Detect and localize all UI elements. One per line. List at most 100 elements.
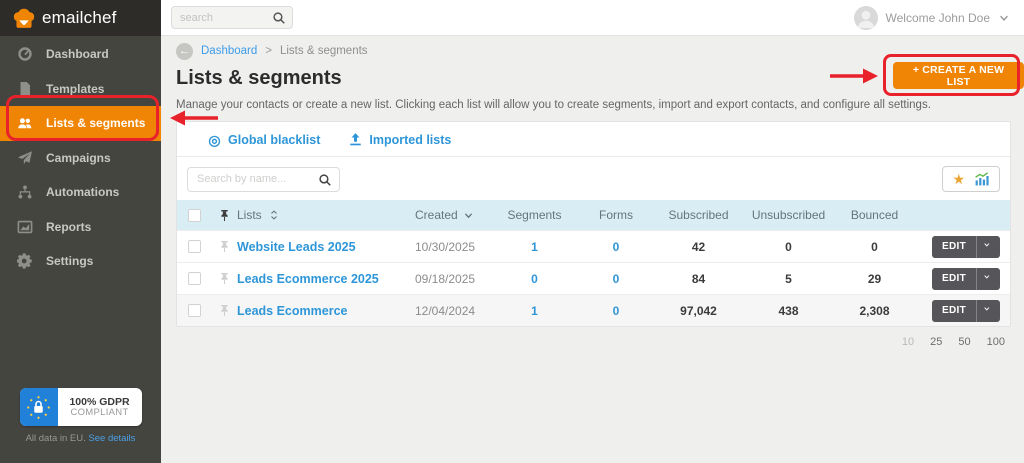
imported-lists-label: Imported lists bbox=[369, 132, 452, 147]
welcome-text: Welcome John Doe bbox=[885, 10, 991, 25]
page-size-option[interactable]: 10 bbox=[902, 336, 914, 348]
chevron-down-icon bbox=[463, 210, 474, 221]
created-date: 09/18/2025 bbox=[415, 271, 476, 286]
blacklist-icon: ◎ bbox=[208, 131, 221, 148]
topbar: Welcome John Doe bbox=[161, 0, 1024, 36]
app-root: emailchef Dashboard Templates Lists & se… bbox=[0, 0, 1024, 463]
imported-lists-link[interactable]: Imported lists bbox=[348, 132, 451, 147]
sidebar-item-lists-segments[interactable]: Lists & segments bbox=[0, 106, 161, 141]
logo-text: emailchef bbox=[42, 8, 117, 27]
lists-header-label: Lists bbox=[237, 208, 262, 222]
pin-icon[interactable] bbox=[218, 240, 231, 253]
pin-icon[interactable] bbox=[218, 272, 231, 285]
list-name-link[interactable]: Leads Ecommerce bbox=[237, 304, 347, 318]
list-search-box bbox=[187, 166, 340, 192]
global-search-box bbox=[171, 6, 293, 29]
unsubscribed-count: 0 bbox=[785, 239, 792, 254]
subscribed-count: 84 bbox=[691, 271, 706, 286]
lists-panel: ◎ Global blacklist Imported lists Search… bbox=[176, 121, 1011, 327]
forms-count-link[interactable]: 0 bbox=[613, 240, 620, 254]
gdpr-badge-line1: 100% GDPR bbox=[69, 395, 130, 408]
forms-count-link[interactable]: 0 bbox=[613, 304, 620, 318]
created-date: 10/30/2025 bbox=[415, 239, 476, 254]
edit-dropdown-button[interactable] bbox=[976, 267, 1000, 290]
sidebar-item-settings[interactable]: Settings bbox=[0, 244, 161, 279]
column-header-created[interactable]: Created bbox=[397, 208, 492, 222]
back-icon[interactable]: ← bbox=[176, 42, 193, 60]
favorites-star-icon[interactable]: ★ bbox=[952, 172, 965, 186]
see-details-link[interactable]: See details bbox=[88, 433, 135, 444]
paper-plane-icon bbox=[17, 150, 33, 166]
row-checkbox[interactable] bbox=[187, 240, 201, 253]
user-menu[interactable]: Welcome John Doe bbox=[853, 5, 1011, 30]
page-size-option[interactable]: 50 bbox=[958, 336, 970, 348]
page-size-option[interactable]: 25 bbox=[930, 336, 942, 348]
breadcrumb-separator: > bbox=[265, 45, 272, 57]
emailchef-logo[interactable]: emailchef bbox=[0, 0, 161, 36]
segments-count-link[interactable]: 1 bbox=[531, 304, 538, 318]
gdpr-footer: All data in EU. See details bbox=[0, 433, 161, 444]
search-icon[interactable] bbox=[318, 173, 332, 187]
column-header-lists[interactable]: Lists bbox=[237, 208, 397, 222]
sidebar-item-templates[interactable]: Templates bbox=[0, 72, 161, 107]
chef-hat-icon bbox=[13, 8, 35, 28]
stats-chart-icon[interactable] bbox=[974, 171, 990, 187]
column-header-unsubscribed: Unsubscribed bbox=[751, 208, 826, 222]
row-checkbox[interactable] bbox=[187, 304, 201, 317]
pin-icon[interactable] bbox=[218, 209, 231, 222]
sidebar-item-campaigns[interactable]: Campaigns bbox=[0, 141, 161, 176]
edit-dropdown-button[interactable] bbox=[976, 299, 1000, 322]
created-header-label: Created bbox=[415, 208, 458, 222]
table-row: Leads Ecommerce 2025 09/18/2025 0 0 84 5… bbox=[177, 262, 1010, 294]
page-description: Manage your contacts or create a new lis… bbox=[176, 99, 931, 111]
table-row: Website Leads 2025 10/30/2025 1 0 42 0 0… bbox=[177, 230, 1010, 262]
search-icon[interactable] bbox=[272, 11, 286, 25]
sidebar-item-label: Reports bbox=[46, 219, 92, 234]
table-header: Lists Created Segments Forms Subscribed … bbox=[177, 200, 1010, 230]
page-title: Lists & segments bbox=[176, 67, 342, 89]
created-date: 12/04/2024 bbox=[415, 303, 476, 318]
forms-count-link[interactable]: 0 bbox=[613, 272, 620, 286]
bounced-count: 29 bbox=[867, 271, 882, 286]
sidebar-item-label: Lists & segments bbox=[46, 116, 146, 131]
sidebar-item-dashboard[interactable]: Dashboard bbox=[0, 37, 161, 72]
global-blacklist-link[interactable]: ◎ Global blacklist bbox=[207, 132, 320, 147]
list-name-link[interactable]: Leads Ecommerce 2025 bbox=[237, 272, 379, 286]
edit-split-button: EDIT bbox=[932, 235, 1000, 258]
table-toolbar: ★ bbox=[177, 157, 1010, 200]
page-size-selector: 10 25 50 100 bbox=[176, 336, 1005, 348]
chevron-down-icon bbox=[998, 12, 1010, 24]
upload-icon bbox=[348, 132, 363, 147]
unsubscribed-count: 5 bbox=[785, 271, 792, 286]
pin-icon[interactable] bbox=[218, 304, 231, 317]
sidebar-item-reports[interactable]: Reports bbox=[0, 210, 161, 245]
segments-count-link[interactable]: 0 bbox=[531, 272, 538, 286]
gears-icon bbox=[17, 253, 33, 269]
column-header-segments: Segments bbox=[507, 208, 562, 222]
list-name-link[interactable]: Website Leads 2025 bbox=[237, 240, 356, 254]
edit-button[interactable]: EDIT bbox=[932, 236, 976, 258]
page-size-option[interactable]: 100 bbox=[987, 336, 1005, 348]
subscribed-count: 97,042 bbox=[680, 303, 717, 318]
gdpr-lock-eu-icon bbox=[19, 388, 58, 426]
sidebar-item-label: Automations bbox=[46, 185, 120, 200]
create-new-list-button[interactable]: + CREATE A NEW LIST bbox=[893, 62, 1024, 89]
breadcrumb-dashboard-link[interactable]: Dashboard bbox=[201, 45, 257, 57]
table-row: Leads Ecommerce 12/04/2024 1 0 97,042 43… bbox=[177, 294, 1010, 326]
segments-count-link[interactable]: 1 bbox=[531, 240, 538, 254]
edit-button[interactable]: EDIT bbox=[932, 300, 976, 322]
list-search-input[interactable] bbox=[188, 167, 339, 191]
sidebar-item-automations[interactable]: Automations bbox=[0, 175, 161, 210]
gdpr-badge: 100% GDPR COMPLIANT bbox=[19, 388, 142, 426]
select-all-checkbox[interactable] bbox=[187, 208, 201, 222]
sidebar-item-label: Templates bbox=[46, 81, 105, 96]
sidebar-nav: Dashboard Templates Lists & segments Cam… bbox=[0, 36, 161, 279]
bounced-count: 0 bbox=[871, 239, 878, 254]
row-checkbox[interactable] bbox=[187, 272, 201, 285]
subscribed-count: 42 bbox=[691, 239, 706, 254]
column-header-bounced: Bounced bbox=[850, 208, 899, 222]
edit-dropdown-button[interactable] bbox=[976, 235, 1000, 258]
edit-button[interactable]: EDIT bbox=[932, 268, 976, 290]
column-header-subscribed: Subscribed bbox=[668, 208, 729, 222]
report-chart-icon bbox=[17, 219, 33, 235]
